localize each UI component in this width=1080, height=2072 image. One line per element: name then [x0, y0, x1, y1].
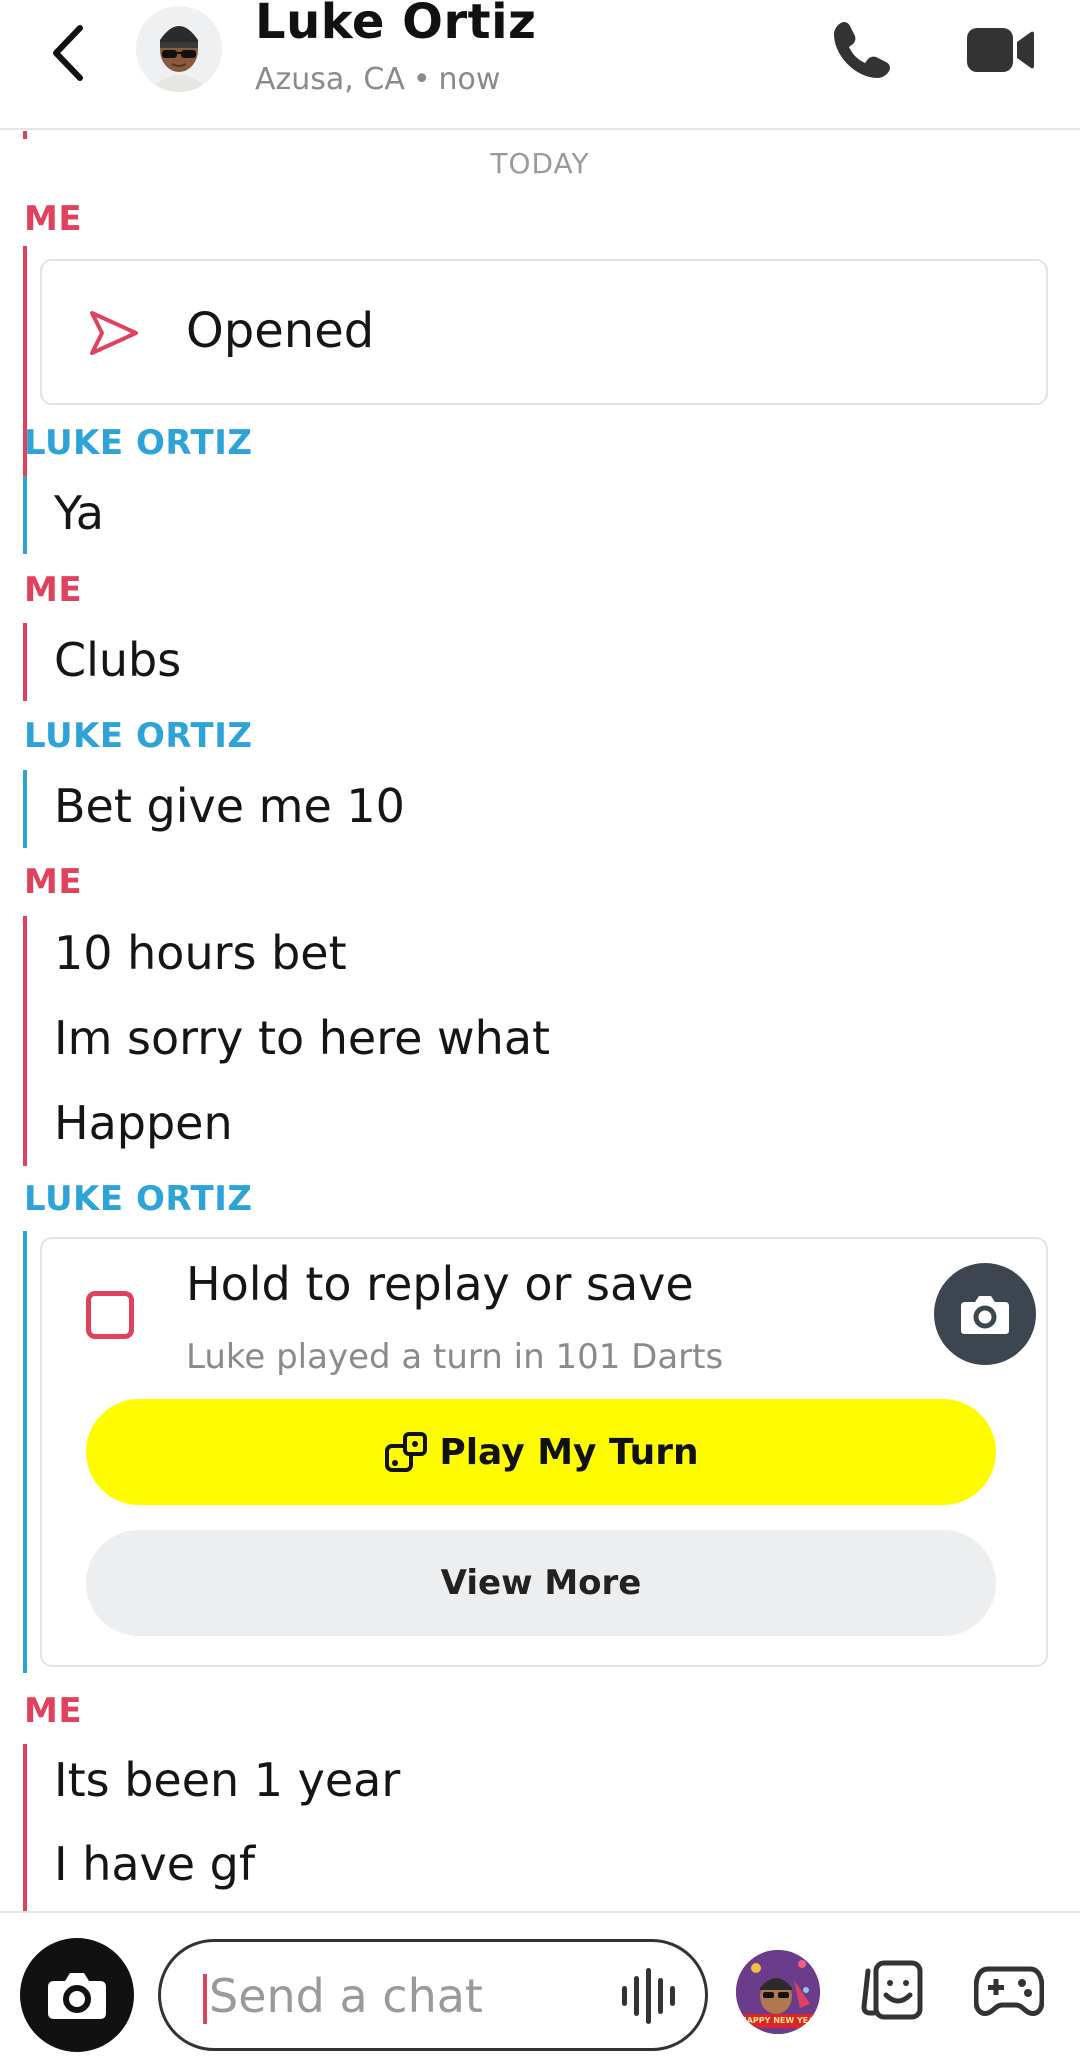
chat-header: Luke Ortiz Azusa, CA • now: [0, 0, 1080, 130]
sender-label-me: ME: [24, 570, 83, 610]
chat-input[interactable]: [209, 1956, 589, 2036]
camera-icon: [48, 1973, 106, 2019]
voice-call-button[interactable]: [830, 18, 894, 82]
sender-label-luke: LUKE ORTIZ: [24, 1179, 253, 1219]
date-separator: TODAY: [490, 147, 590, 180]
friend-avatar[interactable]: [136, 6, 222, 92]
bitmoji-avatar-icon: [136, 6, 222, 92]
view-more-button[interactable]: View More: [86, 1530, 996, 1636]
message-group-bar: [23, 623, 27, 701]
message-group-bar: [23, 1231, 27, 1673]
chat-message[interactable]: Im sorry to here what: [54, 1011, 550, 1065]
game-card[interactable]: Hold to replay or save Luke played a tur…: [40, 1237, 1048, 1667]
chat-message[interactable]: Its been 1 year: [54, 1753, 400, 1807]
opened-snap-card[interactable]: Opened: [40, 259, 1048, 405]
unopened-snap-icon: [86, 1291, 134, 1339]
chat-message[interactable]: Clubs: [54, 633, 181, 687]
chat-message[interactable]: Bet give me 10: [54, 779, 405, 833]
friend-status: Azusa, CA • now: [255, 62, 500, 97]
game-card-subtitle: Luke played a turn in 101 Darts: [186, 1337, 724, 1377]
phone-icon: [834, 22, 890, 78]
video-camera-icon: [967, 28, 1034, 72]
photo-stickers-icon: [861, 1960, 923, 2020]
video-call-button[interactable]: [965, 24, 1035, 76]
previous-message-bar: [23, 131, 27, 139]
chat-message[interactable]: I have gf: [54, 1837, 255, 1891]
chat-input-wrapper[interactable]: [158, 1939, 708, 2051]
last-active-time: now: [438, 62, 501, 97]
sender-label-luke: LUKE ORTIZ: [24, 423, 253, 463]
separator-dot: •: [412, 62, 431, 97]
message-group-bar: [23, 476, 27, 554]
sender-label-me: ME: [24, 862, 83, 902]
chat-message[interactable]: Ya: [54, 486, 104, 540]
camera-icon: [961, 1296, 1009, 1334]
friend-name[interactable]: Luke Ortiz: [255, 0, 536, 50]
game-controller-icon: [973, 1966, 1045, 2016]
message-group-bar: [23, 770, 27, 848]
games-button[interactable]: [973, 1963, 1045, 2019]
chat-message[interactable]: Happen: [54, 1096, 233, 1150]
text-caret: [203, 1974, 207, 2024]
play-my-turn-button[interactable]: Play My Turn: [86, 1399, 996, 1505]
chat-composer-bar: HAPPY NEW YEAR: [0, 1911, 1080, 2072]
game-pieces-icon: [385, 1432, 428, 1472]
view-more-label: View More: [440, 1563, 642, 1603]
game-card-title: Hold to replay or save: [186, 1257, 694, 1311]
opened-arrow-icon: [90, 311, 138, 355]
memories-button[interactable]: [860, 1957, 926, 2023]
play-my-turn-label: Play My Turn: [439, 1431, 699, 1473]
chat-message[interactable]: 10 hours bet: [54, 926, 347, 980]
message-group-bar: [23, 916, 27, 1166]
camera-button[interactable]: [20, 1938, 134, 2052]
friend-location: Azusa, CA: [255, 62, 405, 97]
sender-label-me: ME: [24, 1691, 83, 1731]
chat-thread[interactable]: TODAY ME Opened LUKE ORTIZ Ya ME Clubs L…: [0, 131, 1080, 1911]
bitmoji-banner-text: HAPPY NEW YEAR: [740, 2014, 816, 2028]
opened-status-text: Opened: [186, 303, 375, 359]
sender-label-luke: LUKE ORTIZ: [24, 716, 253, 756]
chevron-left-icon: [53, 25, 83, 81]
sender-label-me: ME: [24, 199, 83, 239]
voice-note-icon[interactable]: [616, 1964, 686, 2028]
message-group-bar: [23, 1744, 27, 1911]
reply-camera-button[interactable]: [934, 1263, 1036, 1365]
bitmoji-button[interactable]: HAPPY NEW YEAR: [736, 1950, 820, 2034]
back-button[interactable]: [42, 18, 92, 88]
